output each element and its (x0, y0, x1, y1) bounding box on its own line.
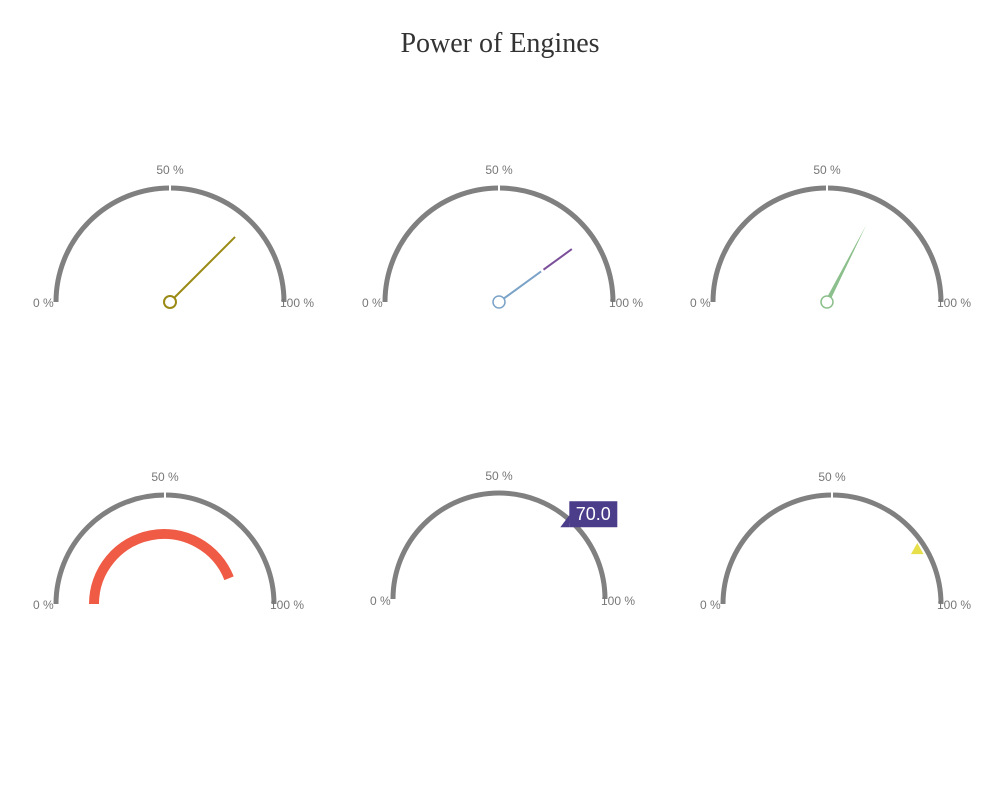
gauge-mid-label: 50 % (151, 470, 179, 484)
gauge-mid-label: 50 % (485, 469, 513, 483)
gauge-needle-pivot (163, 295, 177, 309)
gauge-scale-arc (53, 492, 277, 605)
gauge-scale-arc (382, 185, 616, 303)
gauge-min-label: 0 % (370, 594, 391, 608)
gauge-max-label: 100 % (609, 296, 643, 310)
gauge-min-label: 0 % (33, 598, 54, 612)
gauge-needle (503, 270, 542, 300)
gauge-max-label: 100 % (601, 594, 635, 608)
gauge-mid-label: 50 % (813, 163, 841, 177)
gauge-mid-label: 50 % (818, 470, 846, 484)
gauge-max-label: 100 % (937, 296, 971, 310)
gauge-value-label: 70.0 (576, 504, 611, 524)
gauge-mid-label: 50 % (485, 163, 513, 177)
gauge-min-label: 0 % (33, 296, 54, 310)
gauge-max-label: 100 % (280, 296, 314, 310)
gauge-min-label: 0 % (690, 296, 711, 310)
gauge-scale-arc (710, 185, 944, 303)
gauge-mid-label: 50 % (156, 163, 184, 177)
gauges-canvas: 0 % 50 % 100 % 0 % 50 % 100 % 0 % 50 % 100 % 0 % 5… (33, 163, 971, 612)
gauge-scale-arc (53, 185, 287, 303)
gauge-min-label: 0 % (700, 598, 721, 612)
gauge-scale-arc (720, 492, 944, 605)
gauge-needle-pivot (820, 295, 834, 309)
gauge-needle-tip (542, 248, 573, 271)
gauge-needle-pivot (492, 295, 506, 309)
gauge-min-label: 0 % (362, 296, 383, 310)
gauge-needle (825, 225, 867, 303)
gauge-needle (173, 236, 236, 299)
gauge-max-label: 100 % (937, 598, 971, 612)
gauge-max-label: 100 % (270, 598, 304, 612)
gauge-value-arc (89, 529, 234, 605)
